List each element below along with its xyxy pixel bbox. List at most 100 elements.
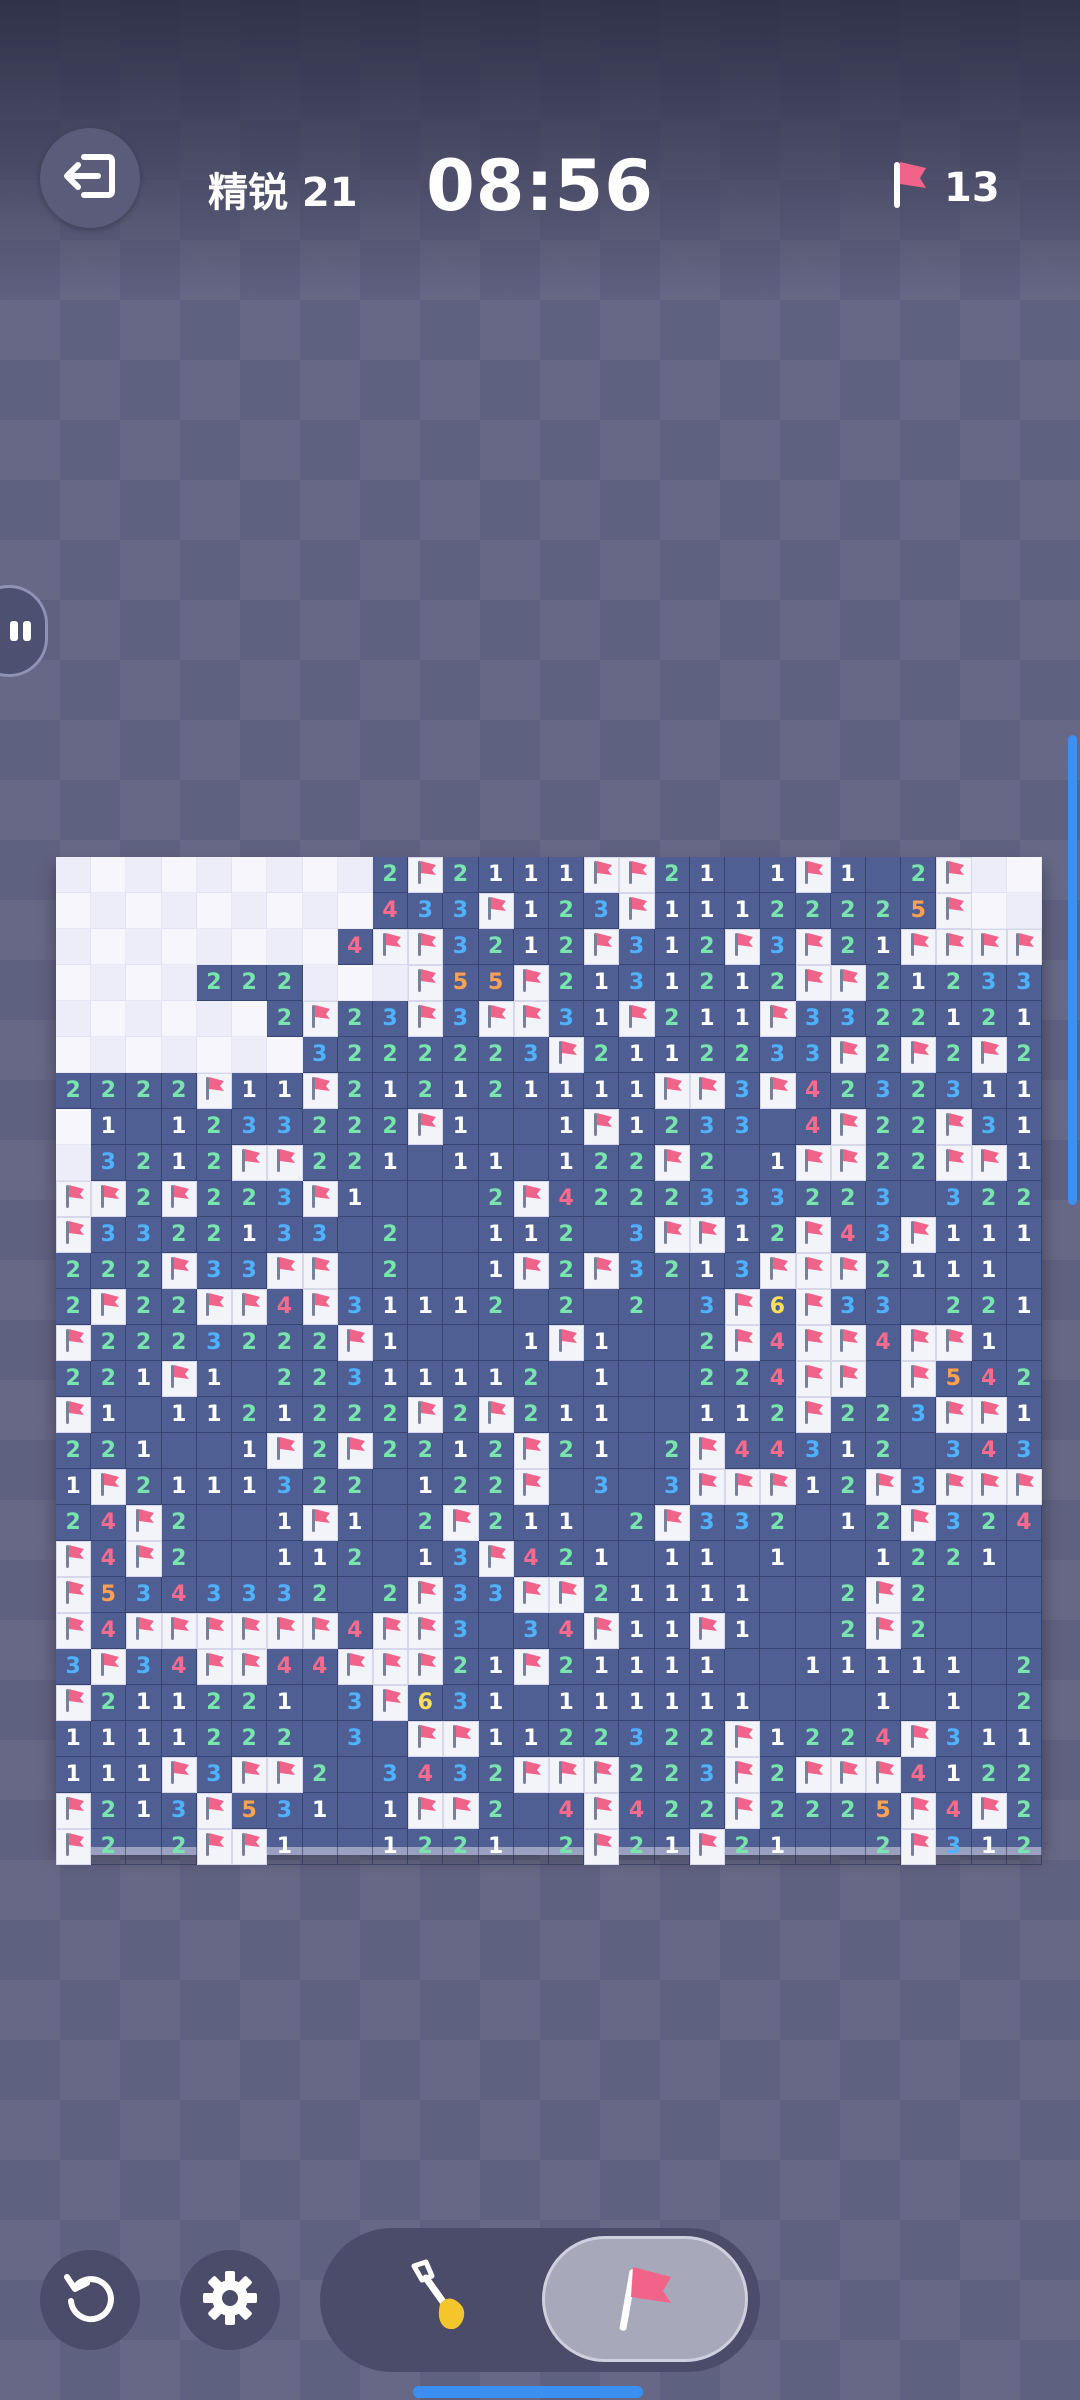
number-cell[interactable]: 2: [865, 1145, 902, 1181]
flagged-cell[interactable]: [196, 1289, 233, 1325]
number-cell[interactable]: 1: [619, 1649, 655, 1685]
number-cell[interactable]: 2: [161, 1325, 197, 1361]
number-cell[interactable]: 4: [337, 929, 373, 965]
flagged-cell[interactable]: [513, 965, 549, 1001]
number-cell[interactable]: 2: [161, 1073, 197, 1109]
hidden-cell[interactable]: [302, 857, 338, 893]
number-cell[interactable]: 2: [126, 1253, 162, 1289]
number-cell[interactable]: 1: [971, 1073, 1007, 1109]
number-cell[interactable]: 4: [760, 1361, 796, 1397]
number-cell[interactable]: 1: [619, 1613, 655, 1649]
hidden-cell[interactable]: [126, 857, 162, 893]
number-cell[interactable]: 2: [196, 1109, 233, 1145]
flagged-cell[interactable]: [795, 1253, 831, 1289]
flagged-cell[interactable]: [971, 929, 1007, 965]
number-cell[interactable]: 1: [161, 1109, 197, 1145]
flagged-cell[interactable]: [865, 1577, 902, 1613]
number-cell[interactable]: 1: [760, 1541, 796, 1577]
number-cell[interactable]: 1: [865, 1541, 902, 1577]
number-cell[interactable]: 1: [584, 1073, 620, 1109]
number-cell[interactable]: 1: [830, 1433, 866, 1469]
number-cell[interactable]: 2: [549, 1253, 585, 1289]
flagged-cell[interactable]: [619, 857, 655, 893]
number-cell[interactable]: 3: [443, 1613, 479, 1649]
flagged-cell[interactable]: [901, 1721, 937, 1757]
number-cell[interactable]: 3: [91, 1217, 127, 1253]
number-cell[interactable]: 4: [725, 1433, 761, 1469]
number-cell[interactable]: 1: [936, 1649, 972, 1685]
number-cell[interactable]: 1: [549, 1145, 585, 1181]
number-cell[interactable]: 2: [161, 1541, 197, 1577]
number-cell[interactable]: 3: [443, 893, 479, 929]
number-cell[interactable]: 2: [267, 1361, 303, 1397]
number-cell[interactable]: 1: [196, 1361, 233, 1397]
empty-cell[interactable]: [337, 1577, 373, 1613]
number-cell[interactable]: 4: [302, 1649, 338, 1685]
empty-cell[interactable]: [760, 1109, 796, 1145]
flagged-cell[interactable]: [654, 1217, 690, 1253]
empty-cell[interactable]: [478, 1325, 514, 1361]
number-cell[interactable]: 2: [372, 1253, 409, 1289]
number-cell[interactable]: 2: [196, 1181, 233, 1217]
hidden-cell[interactable]: [91, 1001, 127, 1037]
number-cell[interactable]: 2: [443, 857, 479, 893]
number-cell[interactable]: 1: [372, 1793, 409, 1829]
number-cell[interactable]: 2: [760, 1505, 796, 1541]
number-cell[interactable]: 4: [795, 1073, 831, 1109]
hidden-cell[interactable]: [56, 857, 92, 893]
flagged-cell[interactable]: [513, 1181, 549, 1217]
flagged-cell[interactable]: [126, 1613, 162, 1649]
number-cell[interactable]: 1: [161, 1721, 197, 1757]
number-cell[interactable]: 1: [443, 1361, 479, 1397]
empty-cell[interactable]: [1006, 1577, 1042, 1613]
number-cell[interactable]: 4: [337, 1613, 373, 1649]
number-cell[interactable]: 5: [478, 965, 514, 1001]
flagged-cell[interactable]: [619, 893, 655, 929]
flagged-cell[interactable]: [689, 1217, 726, 1253]
number-cell[interactable]: 3: [478, 1577, 514, 1613]
number-cell[interactable]: 1: [971, 1325, 1007, 1361]
number-cell[interactable]: 3: [267, 1181, 303, 1217]
number-cell[interactable]: 1: [372, 1145, 409, 1181]
number-cell[interactable]: 2: [1006, 1037, 1042, 1073]
number-cell[interactable]: 1: [513, 857, 549, 893]
number-cell[interactable]: 1: [584, 1541, 620, 1577]
number-cell[interactable]: 3: [443, 1001, 479, 1037]
hidden-cell[interactable]: [91, 857, 127, 893]
flagged-cell[interactable]: [91, 1469, 127, 1505]
number-cell[interactable]: 2: [232, 1397, 268, 1433]
flagged-cell[interactable]: [971, 1793, 1007, 1829]
empty-cell[interactable]: [725, 1541, 761, 1577]
number-cell[interactable]: 1: [1006, 1217, 1042, 1253]
hidden-cell[interactable]: [161, 965, 197, 1001]
number-cell[interactable]: 2: [1006, 1829, 1042, 1865]
number-cell[interactable]: 2: [478, 1289, 514, 1325]
flagged-cell[interactable]: [478, 1541, 514, 1577]
number-cell[interactable]: 1: [654, 1037, 690, 1073]
number-cell[interactable]: 2: [549, 1829, 585, 1865]
number-cell[interactable]: 1: [126, 1433, 162, 1469]
number-cell[interactable]: 2: [478, 1469, 514, 1505]
hidden-cell[interactable]: [196, 857, 233, 893]
number-cell[interactable]: 2: [760, 1757, 796, 1793]
number-cell[interactable]: 4: [830, 1217, 866, 1253]
number-cell[interactable]: 2: [91, 1073, 127, 1109]
number-cell[interactable]: 2: [865, 1397, 902, 1433]
number-cell[interactable]: 1: [584, 965, 620, 1001]
number-cell[interactable]: 1: [161, 1685, 197, 1721]
number-cell[interactable]: 3: [901, 1397, 937, 1433]
number-cell[interactable]: 2: [196, 1145, 233, 1181]
empty-cell[interactable]: [619, 1397, 655, 1433]
number-cell[interactable]: 4: [408, 1757, 444, 1793]
hidden-cell[interactable]: [1006, 893, 1042, 929]
number-cell[interactable]: 3: [408, 893, 444, 929]
number-cell[interactable]: 2: [584, 1721, 620, 1757]
number-cell[interactable]: 1: [936, 1001, 972, 1037]
number-cell[interactable]: 2: [584, 1577, 620, 1613]
number-cell[interactable]: 2: [232, 965, 268, 1001]
number-cell[interactable]: 2: [901, 1109, 937, 1145]
number-cell[interactable]: 4: [549, 1793, 585, 1829]
number-cell[interactable]: 2: [901, 1001, 937, 1037]
flagged-cell[interactable]: [56, 1325, 92, 1361]
number-cell[interactable]: 4: [795, 1109, 831, 1145]
